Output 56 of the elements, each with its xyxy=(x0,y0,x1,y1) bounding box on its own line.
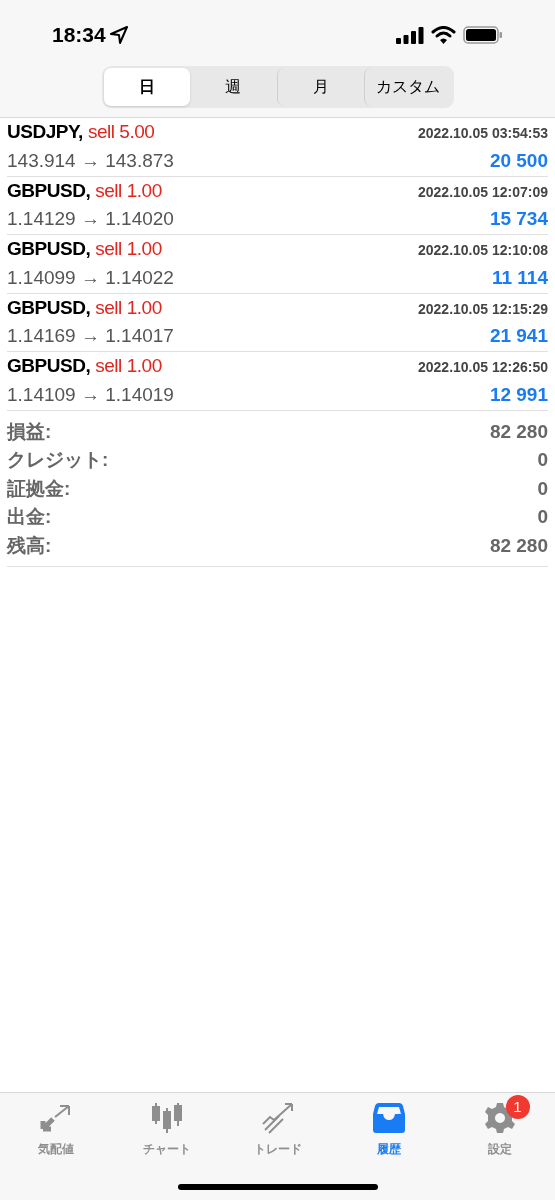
trade-action: sell 1.00 xyxy=(95,354,162,379)
trade-row[interactable]: GBPUSD, sell 1.00 2022.10.05 12:10:08 1.14099 → 1.14022 11 114 xyxy=(7,235,548,294)
candlestick-icon xyxy=(149,1102,184,1134)
trade-profit: 15 734 xyxy=(489,207,548,232)
tab-bar-item[interactable]: 1 設定 xyxy=(444,1093,555,1158)
trade-prices: 143.914 → 143.873 xyxy=(7,148,174,173)
period-tab[interactable]: 週 xyxy=(190,68,277,106)
notification-badge: 1 xyxy=(505,1095,530,1119)
inbox-tray-icon xyxy=(371,1102,406,1134)
summary-label: 出金: xyxy=(7,505,52,529)
signal-icon xyxy=(396,26,424,44)
tab-bar-item[interactable]: 履歴 xyxy=(333,1093,444,1158)
summary-label: 損益: xyxy=(7,419,52,444)
period-tab[interactable]: 月 xyxy=(276,68,364,106)
trade-profit: 11 114 xyxy=(491,265,548,290)
trade-action: sell 1.00 xyxy=(95,178,162,203)
status-time: 18:34 xyxy=(52,22,106,49)
trend-lines-icon xyxy=(260,1102,295,1134)
trade-prices: 1.14169 → 1.14017 xyxy=(7,324,174,349)
location-arrow-icon xyxy=(109,26,128,44)
trade-profit: 20 500 xyxy=(489,148,548,173)
trade-row[interactable]: GBPUSD, sell 1.00 2022.10.05 12:15:29 1.14169 → 1.14017 21 941 xyxy=(7,293,548,352)
summary-value: 0 xyxy=(537,505,548,529)
trade-row[interactable]: GBPUSD, sell 1.00 2022.10.05 12:07:09 1.14129 → 1.14020 15 734 xyxy=(7,176,548,235)
trade-time: 2022.10.05 12:26:50 xyxy=(418,358,548,378)
trade-symbol: GBPUSD, xyxy=(7,354,91,379)
trade-time: 2022.10.05 12:15:29 xyxy=(418,299,548,319)
trade-row[interactable]: GBPUSD, sell 1.00 2022.10.05 12:26:50 1.14109 → 1.14019 12 991 xyxy=(7,352,548,411)
trade-symbol: GBPUSD, xyxy=(7,237,91,262)
trade-prices: 1.14129 → 1.14020 xyxy=(7,207,174,232)
summary-label: 残高: xyxy=(7,533,52,558)
trade-symbol: USDJPY, xyxy=(7,120,83,145)
battery-icon xyxy=(463,26,503,44)
wifi-icon xyxy=(431,26,456,44)
summary-value: 82 280 xyxy=(489,533,548,558)
trade-time: 2022.10.05 12:10:08 xyxy=(418,241,548,261)
summary-value: 0 xyxy=(537,476,548,501)
period-tab[interactable]: 日 xyxy=(103,68,190,106)
summary-label: クレジット: xyxy=(7,448,109,472)
diagonal-arrows-icon xyxy=(38,1103,73,1133)
trade-prices: 1.14099 → 1.14022 xyxy=(7,265,174,290)
trade-symbol: GBPUSD, xyxy=(7,178,91,203)
trade-action: sell 1.00 xyxy=(95,295,162,320)
trade-action: sell 5.00 xyxy=(87,120,155,145)
trade-action: sell 1.00 xyxy=(95,237,162,262)
summary-label: 証拠金: xyxy=(7,476,71,501)
trade-symbol: GBPUSD, xyxy=(7,295,91,320)
summary-value: 0 xyxy=(537,448,548,472)
trade-profit: 21 941 xyxy=(489,324,548,349)
period-tab[interactable]: カスタム xyxy=(364,68,452,106)
trade-prices: 1.14109 → 1.14019 xyxy=(7,382,174,407)
summary-value: 82 280 xyxy=(489,419,548,444)
trade-time: 2022.10.05 03:54:53 xyxy=(418,124,548,144)
trade-time: 2022.10.05 12:07:09 xyxy=(418,182,548,202)
trade-row[interactable]: USDJPY, sell 5.00 2022.10.05 03:54:53 143.914 → 143.873 20 500 xyxy=(7,118,548,177)
trade-profit: 12 991 xyxy=(489,382,548,407)
